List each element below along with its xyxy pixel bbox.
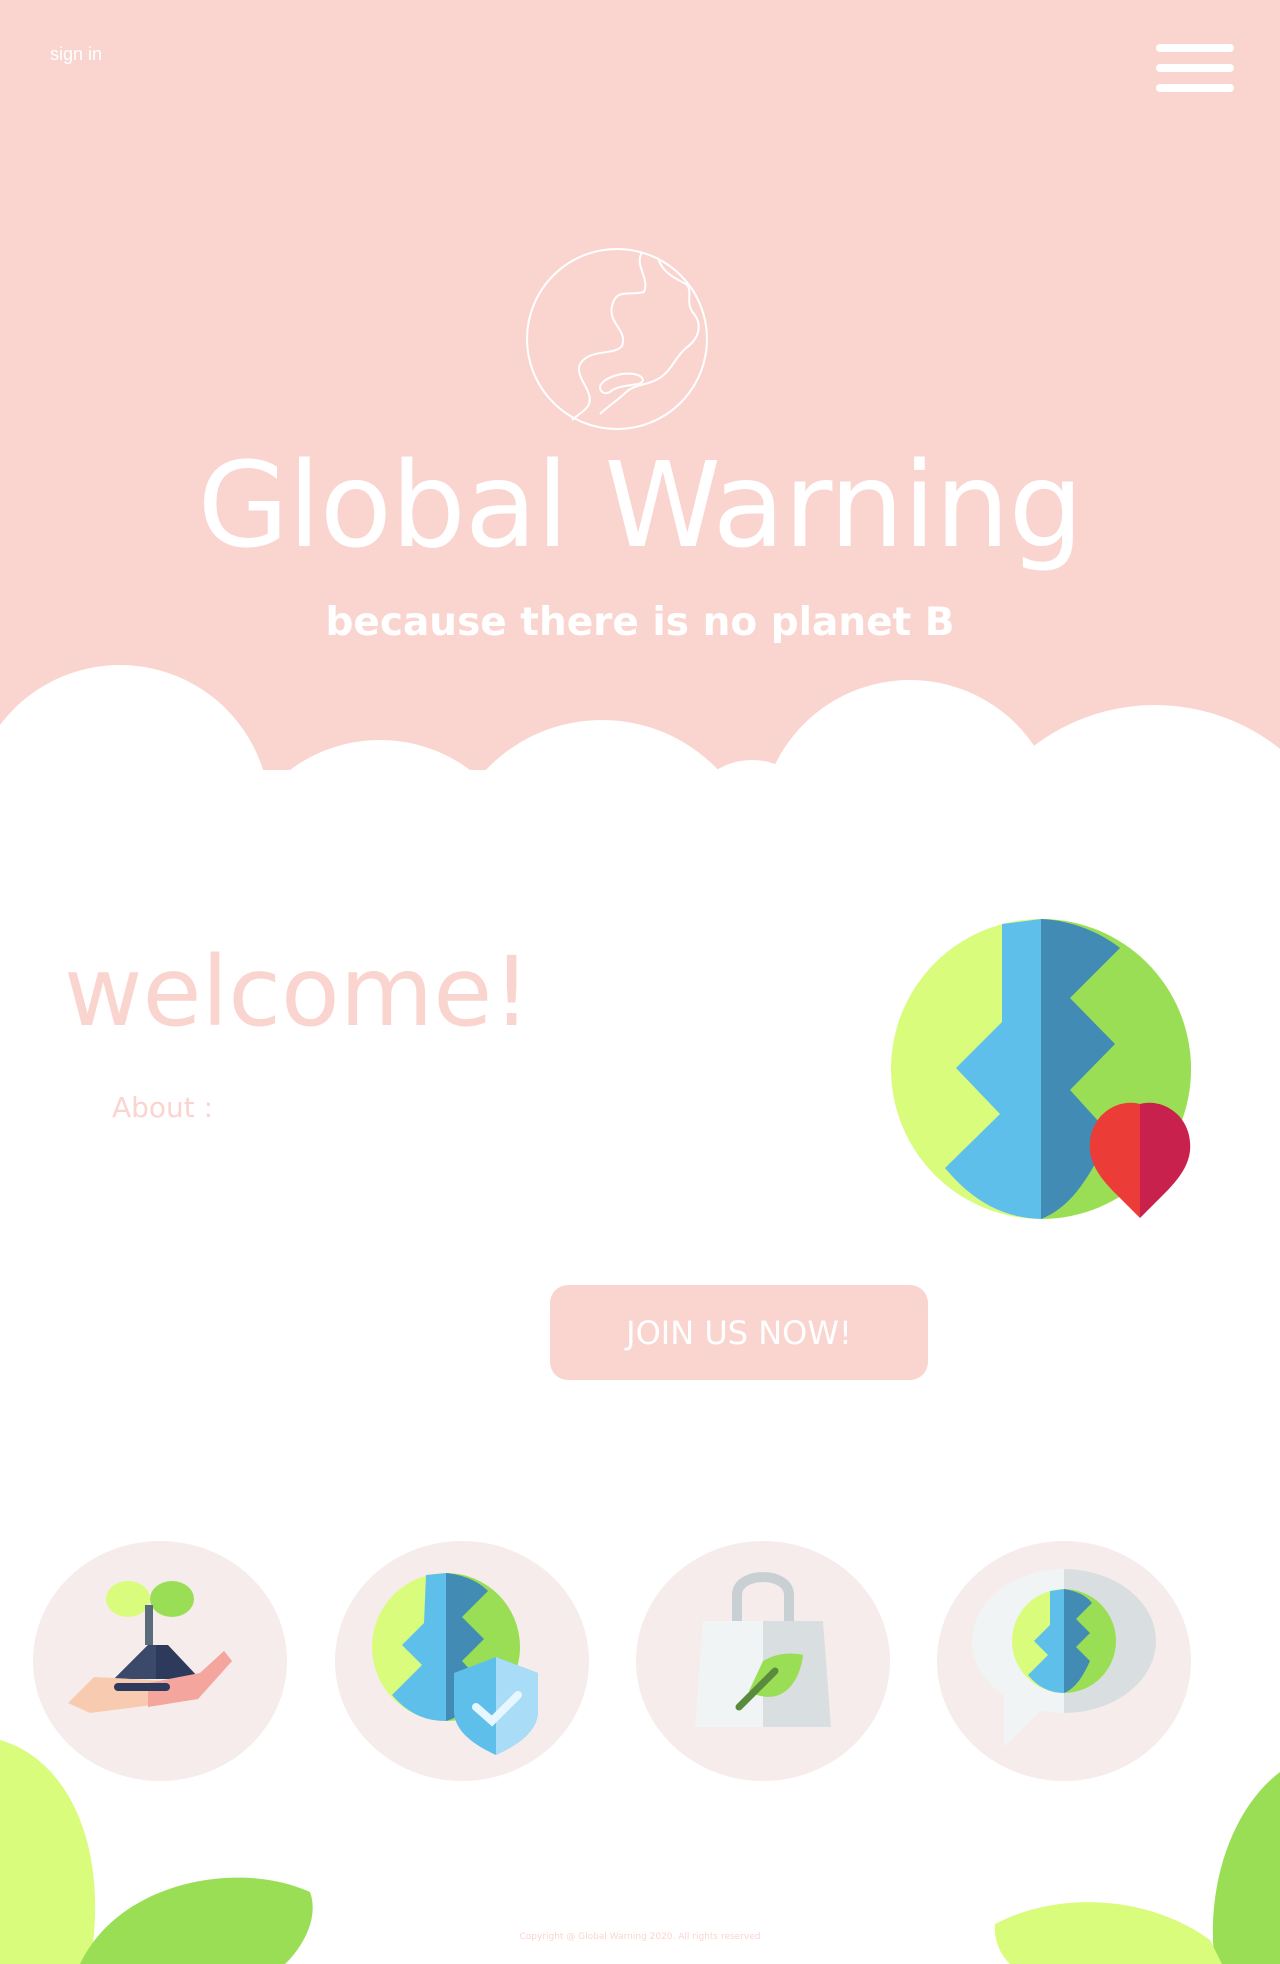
about-label: About : xyxy=(112,1091,214,1124)
welcome-heading: welcome! xyxy=(64,936,531,1048)
earth-with-heart-icon xyxy=(891,919,1191,1219)
site-title: Global Warning xyxy=(197,436,1083,574)
sign-in-link[interactable]: sign in xyxy=(50,44,102,65)
hamburger-menu-icon[interactable] xyxy=(1156,44,1234,94)
globe-outline-icon xyxy=(526,248,708,430)
join-us-button[interactable]: JOIN US NOW! xyxy=(550,1285,928,1380)
decorative-leaves xyxy=(0,1740,1280,1964)
tagline: because there is no planet B xyxy=(325,600,955,645)
copyright-text: Copyright @ Global Warning 2020. All rig… xyxy=(519,1932,761,1942)
